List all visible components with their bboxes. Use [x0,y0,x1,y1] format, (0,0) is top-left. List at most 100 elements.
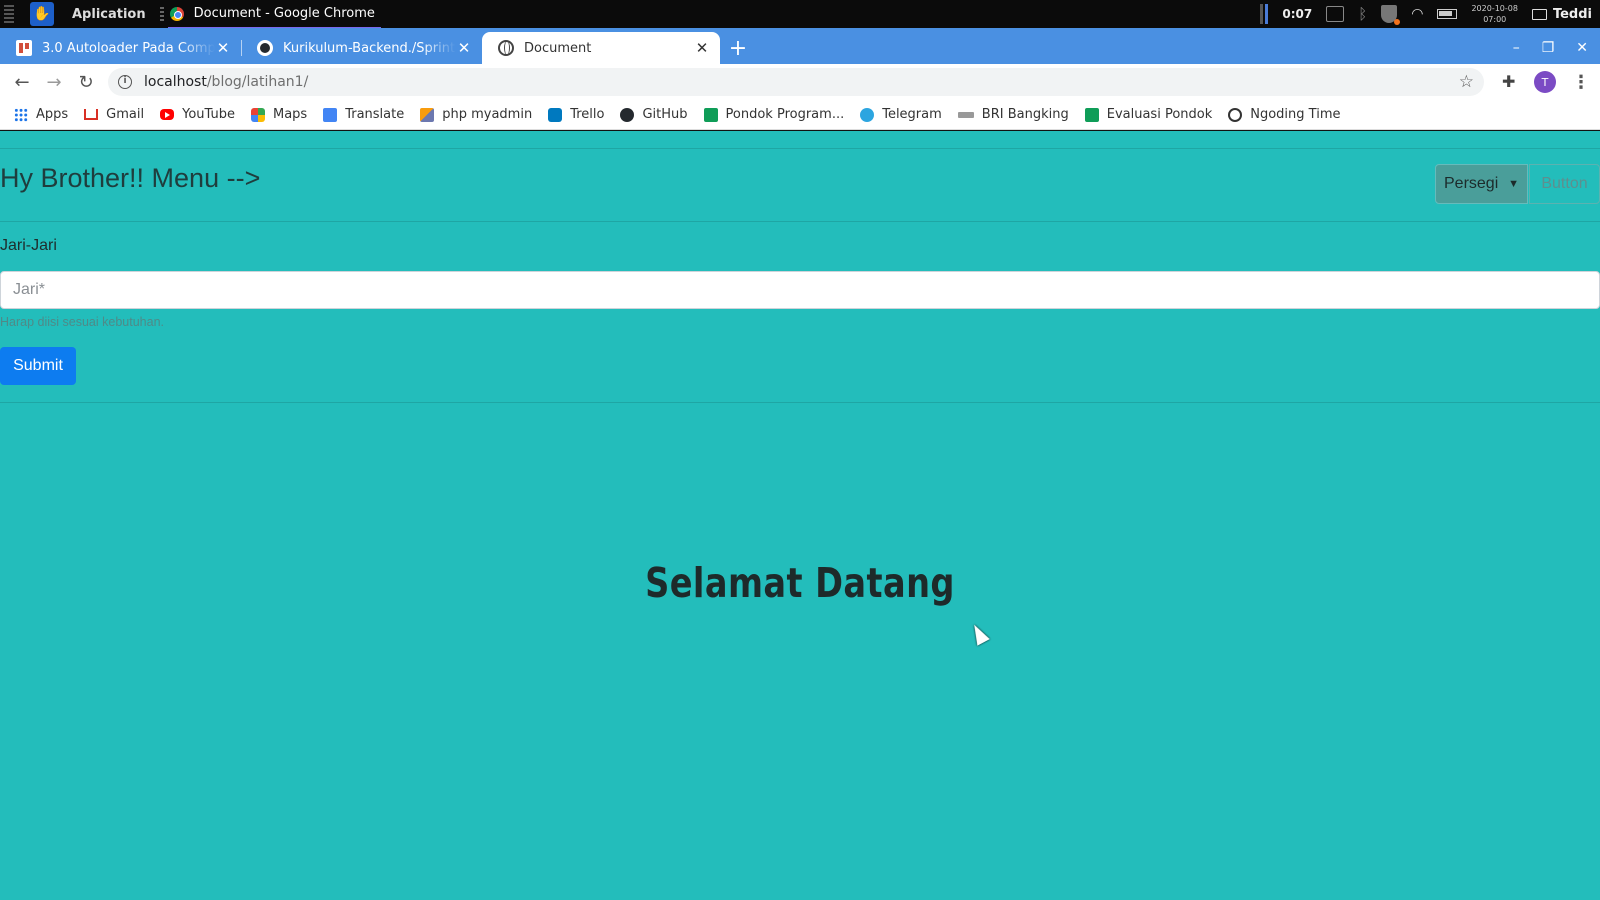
url-path: /blog/latihan1/ [206,74,309,90]
bookmark-label: php myadmin [442,107,533,122]
user-menu[interactable]: Teddi [1531,6,1592,22]
bookmark-telegram[interactable]: Telegram [860,107,942,122]
bookmark-phpmyadmin[interactable]: php myadmin [420,107,532,122]
menu-icon[interactable]: ⋮ [1572,72,1590,93]
shape-select[interactable]: Persegi ▼ [1435,164,1528,204]
tab-kurikulum[interactable]: Kurikulum-Backend./Sprint-5/ ✕ [241,32,482,64]
navbar-brand[interactable]: Hy Brother!! Menu --> [0,163,260,194]
divider [0,221,1600,222]
bookmark-bri[interactable]: BRI Bangking [957,107,1069,122]
mouse-cursor-icon [968,621,990,646]
bookmark-label: Trello [570,107,605,122]
outline-button[interactable]: Button [1529,164,1600,204]
bookmark-youtube[interactable]: YouTube [160,107,235,122]
restore-icon[interactable]: ❐ [1542,40,1555,56]
select-value: Persegi [1444,175,1499,192]
bookmark-label: Translate [345,107,405,122]
bookmark-label: Maps [272,107,308,122]
info-icon[interactable]: i [118,75,132,89]
system-tray: 0:07 ᛒ ◠ 2020-10-08 07:00 Teddi [1260,3,1600,25]
bookmark-label: Gmail [106,107,145,122]
app-menu[interactable]: Aplication [72,7,146,22]
back-button[interactable]: ← [6,66,38,98]
clock[interactable]: 2020-10-08 07:00 [1471,3,1518,25]
minimize-icon[interactable]: – [1513,40,1520,56]
bookmark-star-icon[interactable]: ☆ [1459,72,1474,92]
bookmark-maps[interactable]: Maps [250,107,308,122]
ngoding-icon [1228,107,1243,122]
bookmark-trello[interactable]: Trello [548,107,604,122]
bookmark-gmail[interactable]: Gmail [84,107,144,122]
separator-icon [159,7,164,21]
extensions-icon[interactable]: ✚ [1502,74,1518,90]
address-bar[interactable]: i localhost /blog/latihan1/ ☆ [108,68,1484,96]
url-host: localhost [144,74,207,90]
wifi-icon[interactable]: ◠ [1411,6,1423,22]
window-controls: – ❐ ✕ [1513,32,1600,64]
help-text: Harap diisi sesuai kebutuhan. [0,315,164,329]
profile-avatar[interactable]: T [1534,71,1556,93]
bookmark-label: YouTube [182,107,235,122]
bookmark-label: Telegram [882,107,942,122]
bookmark-label: Pondok Program... [725,107,845,122]
forward-button[interactable]: → [38,66,70,98]
battery-icon[interactable] [1437,9,1458,19]
new-tab-button[interactable]: + [720,32,756,64]
apps-icon [14,107,28,122]
tab-label: Kurikulum-Backend./Sprint-5/ [283,40,456,56]
tab-label: 3.0 Autoloader Pada Compos [42,40,215,56]
close-window-icon[interactable]: ✕ [1576,40,1588,56]
user-name: Teddi [1552,6,1592,22]
user-icon [1531,8,1547,20]
bookmark-ngoding[interactable]: Ngoding Time [1228,107,1340,122]
clipboard-icon[interactable] [1326,6,1345,22]
tab-strip: 3.0 Autoloader Pada Compos ✕ Kurikulum-B… [0,28,1600,64]
window-title[interactable]: Document - Google Chrome [167,6,382,29]
close-icon[interactable]: ✕ [456,39,472,57]
trello-icon [548,107,563,122]
reload-button[interactable]: ↻ [70,66,102,98]
shield-icon[interactable] [1381,5,1401,25]
timer-readout: 0:07 [1282,7,1313,21]
welcome-heading: Selamat Datang [645,559,955,607]
bluetooth-icon[interactable]: ᛒ [1358,5,1367,23]
submit-button[interactable]: Submit [0,347,76,385]
globe-icon [498,40,514,56]
bri-icon [957,111,974,118]
os-top-bar: ✋ Aplication Document - Google Chrome 0:… [0,0,1600,29]
page-header: Hy Brother!! Menu --> Persegi ▼ Button [0,149,1600,221]
browser-toolbar: ← → ↻ i localhost /blog/latihan1/ ☆ ✚ T … [0,64,1600,100]
bookmark-apps[interactable]: Apps [14,107,68,122]
launcher-icon[interactable]: ✋ [30,2,54,26]
clock-date: 2020-10-08 [1471,4,1518,13]
telegram-icon [860,107,875,122]
volume-icon[interactable] [1260,4,1269,24]
divider [0,402,1600,403]
sheets-icon [1084,107,1099,122]
bookmarks-bar: Apps Gmail YouTube Maps Translate php my… [0,100,1600,130]
tab-document[interactable]: Document ✕ [482,32,720,64]
bookmark-label: GitHub [642,107,688,122]
pondok-icon [703,107,718,122]
phpmyadmin-icon [420,107,435,122]
bookmark-evaluasi[interactable]: Evaluasi Pondok [1084,107,1212,122]
page-content: Hy Brother!! Menu --> Persegi ▼ Button J… [0,131,1600,900]
tab-label: Document [524,40,592,56]
close-icon[interactable]: ✕ [694,39,710,57]
github-icon [257,40,273,56]
tab-autoloader[interactable]: 3.0 Autoloader Pada Compos ✕ [0,32,241,64]
drag-grip-icon [4,5,14,23]
bookmark-pondok[interactable]: Pondok Program... [703,107,845,122]
close-icon[interactable]: ✕ [215,39,231,57]
bookmark-github[interactable]: GitHub [620,107,688,122]
radius-input[interactable] [0,271,1600,309]
youtube-icon [160,109,175,120]
translate-icon [323,107,338,122]
maps-icon [250,107,265,122]
chevron-down-icon: ▼ [1508,178,1519,190]
bookmark-translate[interactable]: Translate [323,107,404,122]
trello-icon [16,40,32,56]
clock-time: 07:00 [1483,15,1507,24]
bookmark-label: Apps [36,107,69,122]
bookmark-label: Ngoding Time [1250,107,1341,122]
